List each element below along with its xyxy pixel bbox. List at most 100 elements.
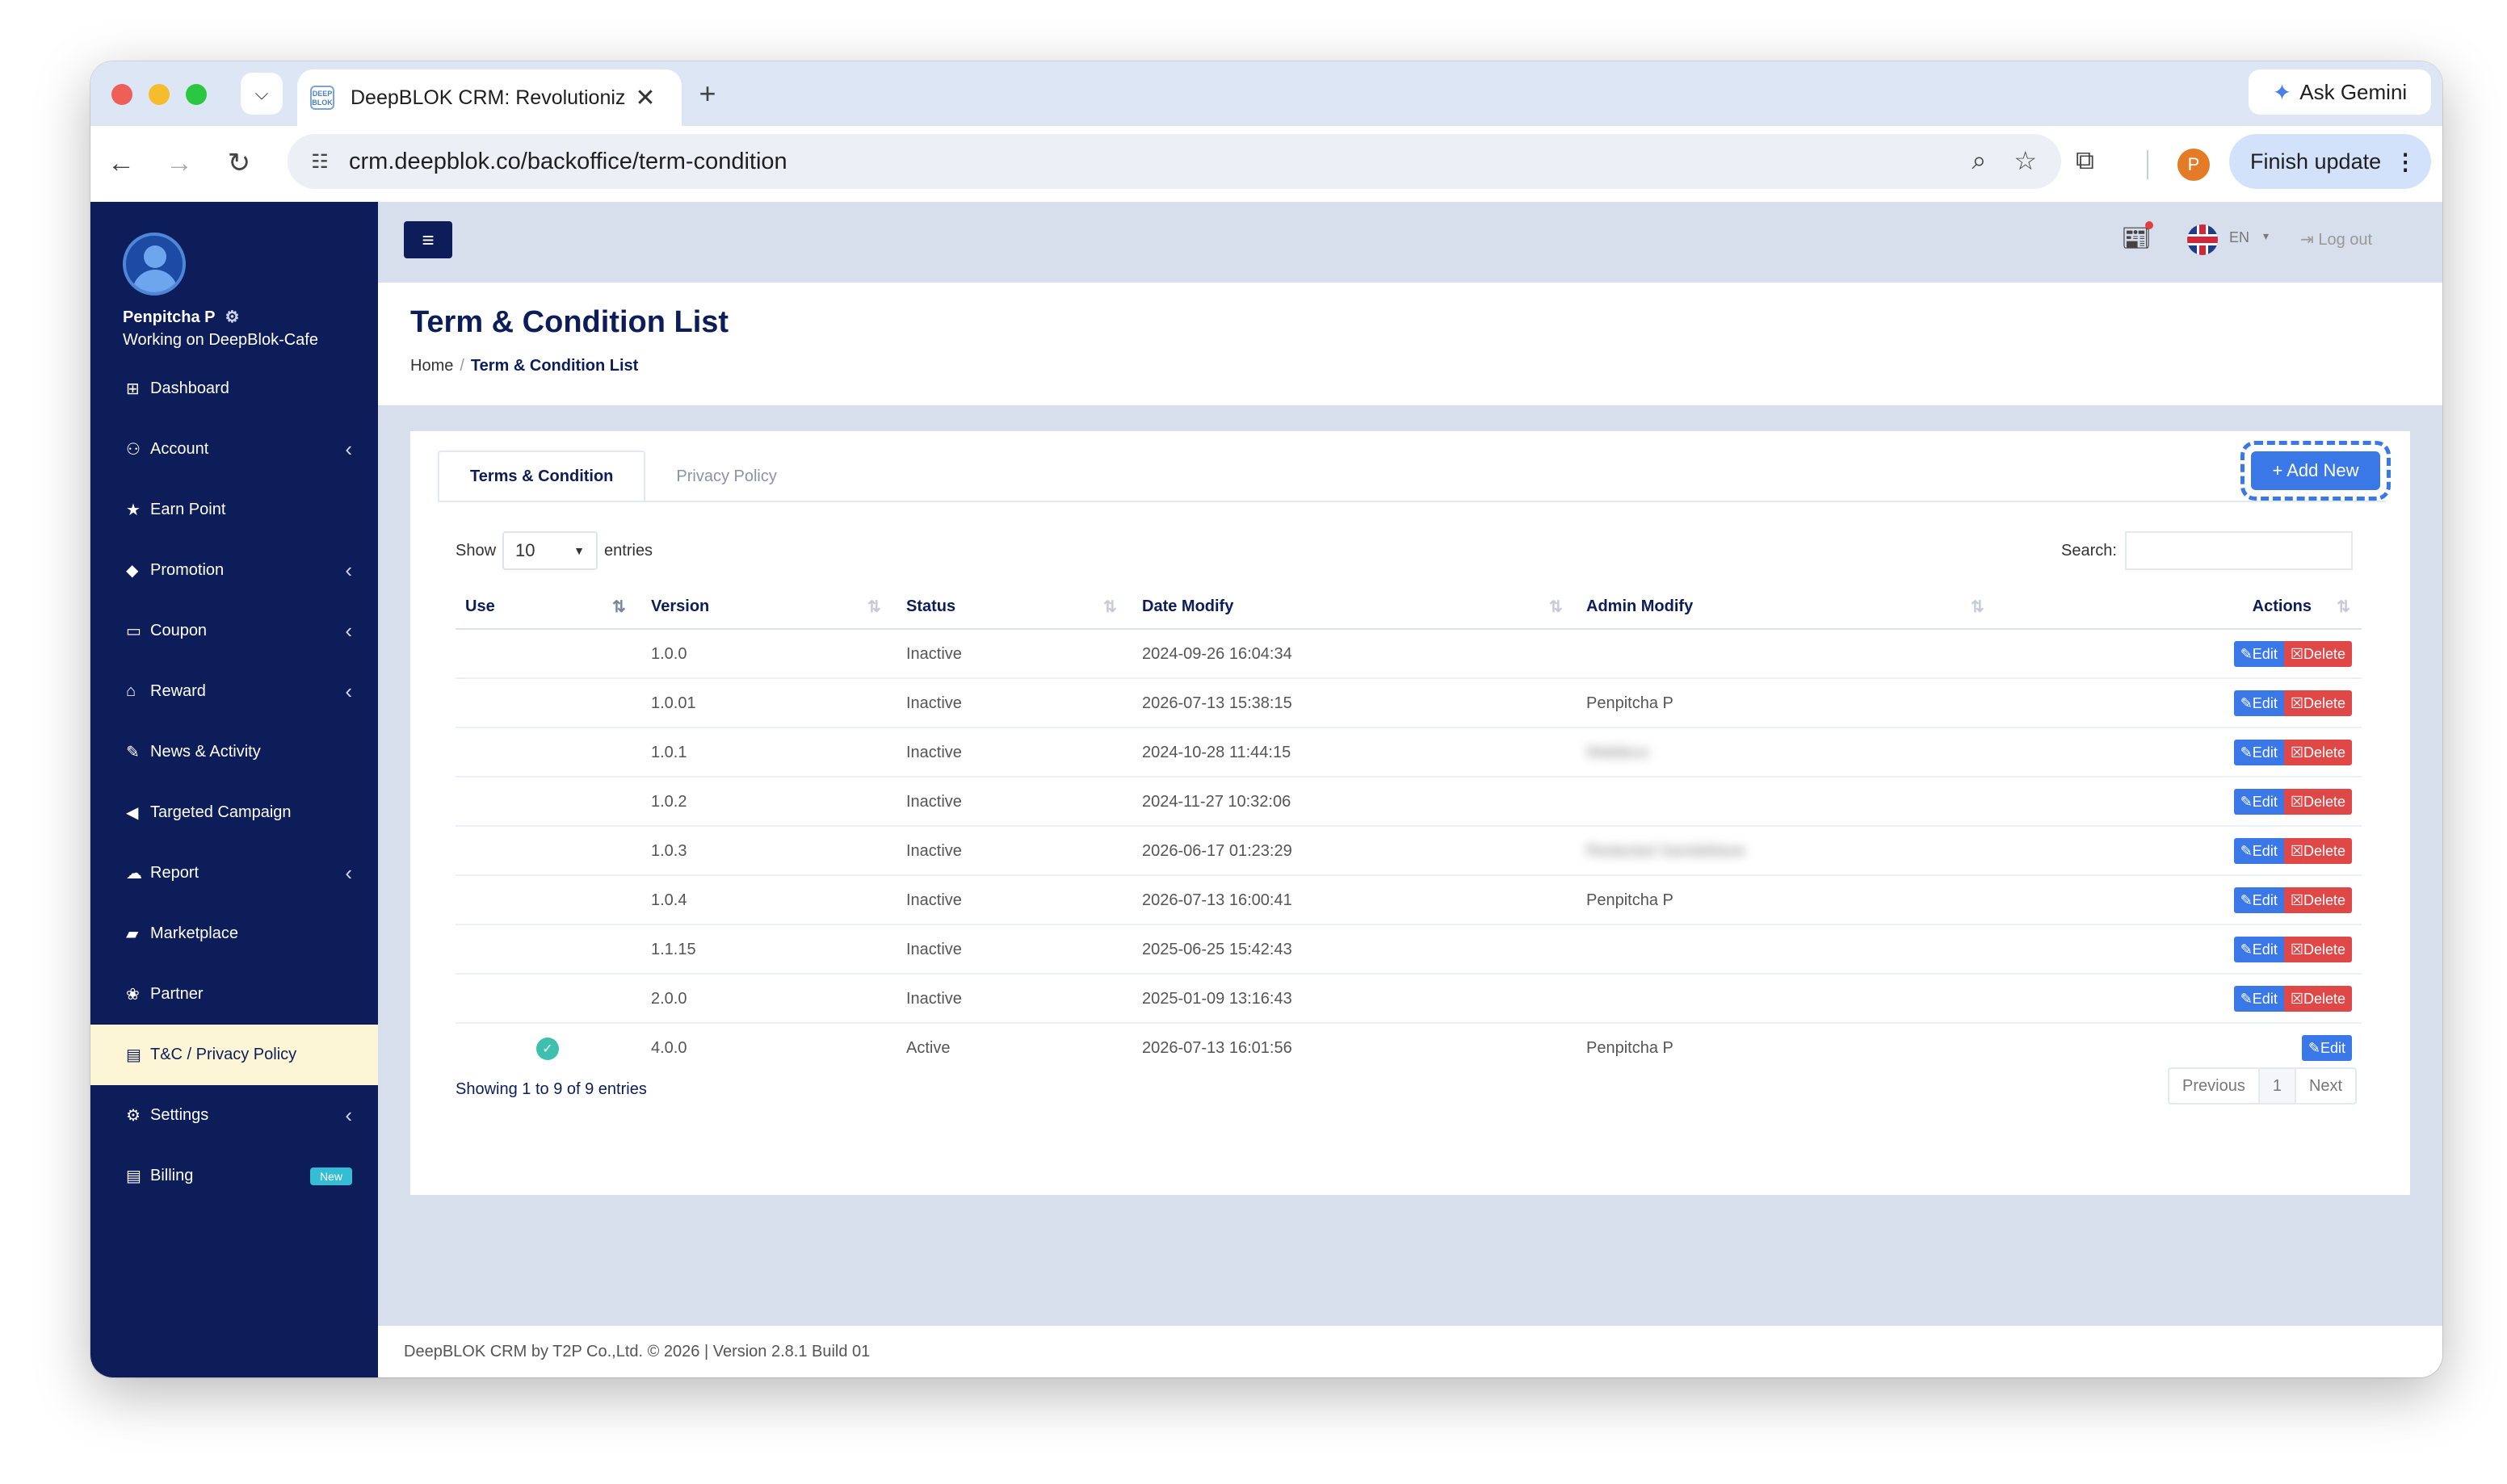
delete-button[interactable]: ☒ Delete	[2283, 887, 2352, 913]
tab-list-dropdown[interactable]: ⌵	[241, 73, 283, 115]
column-admin-modify[interactable]: Admin Modify	[1586, 583, 1693, 630]
edit-button[interactable]: ✎ Edit	[2233, 838, 2284, 864]
logout-link[interactable]: ⇥ Log out	[2300, 229, 2372, 249]
column-date-modify[interactable]: Date Modify	[1142, 583, 1233, 630]
sidebar-item-account[interactable]: ⚇ Account ‹	[90, 419, 378, 480]
sort-icon[interactable]: ⇅	[867, 583, 881, 630]
table-row: ✓ 4.0.0 Active 2026-07-13 16:01:56 Penpitcha…	[456, 1024, 2362, 1073]
megaphone-icon: ◀	[126, 804, 139, 822]
edit-button[interactable]: ✎ Edit	[2233, 690, 2284, 716]
reload-icon[interactable]: ↻	[221, 145, 257, 181]
edit-button[interactable]: ✎ Edit	[2233, 641, 2284, 667]
url-text[interactable]: crm.deepblok.co/backoffice/term-conditio…	[349, 149, 787, 175]
sidebar-item-marketplace[interactable]: ▰ Marketplace	[90, 903, 378, 964]
ask-gemini-button[interactable]: ✦ Ask Gemini	[2249, 69, 2431, 115]
edit-button[interactable]: ✎ Edit	[2233, 986, 2284, 1012]
entries-length-control: Show 10 ▼ entries	[456, 531, 653, 570]
bookmark-star-icon[interactable]: ☆	[2014, 145, 2037, 176]
column-actions[interactable]: Actions	[2253, 583, 2312, 630]
delete-button[interactable]: ☒ Delete	[2283, 838, 2352, 864]
sidebar-item-dashboard[interactable]: ⊞ Dashboard	[90, 358, 378, 419]
delete-button[interactable]: ☒ Delete	[2283, 641, 2352, 667]
uk-flag-icon[interactable]	[2187, 224, 2218, 255]
edit-button[interactable]: ✎ Edit	[2233, 887, 2284, 913]
minimize-window-dot[interactable]	[149, 84, 170, 105]
back-arrow-icon[interactable]: ←	[103, 145, 139, 181]
delete-button[interactable]: ☒ Delete	[2283, 740, 2352, 765]
column-version[interactable]: Version	[651, 583, 709, 630]
edit-button[interactable]: ✎ Edit	[2233, 789, 2284, 815]
trash-icon: ☒	[2290, 694, 2303, 711]
column-status[interactable]: Status	[906, 583, 955, 630]
page-number-button[interactable]: 1	[2259, 1069, 2296, 1103]
sidebar-item-targeted-campaign[interactable]: ◀ Targeted Campaign	[90, 782, 378, 843]
sort-icon[interactable]: ⇅	[1971, 583, 1984, 630]
extensions-icon[interactable]: ⧉	[2076, 145, 2094, 176]
sidebar-item-promotion[interactable]: ◆ Promotion ‹	[90, 540, 378, 601]
finish-update-label: Finish update	[2250, 149, 2382, 174]
close-icon[interactable]: ✕	[633, 84, 657, 112]
toolbar-divider	[2147, 150, 2148, 179]
finish-update-button[interactable]: Finish update ⋮	[2229, 134, 2431, 189]
browser-tab[interactable]: DEEP BLOK DeepBLOK CRM: Revolutioniz ✕	[297, 69, 682, 126]
edit-button[interactable]: ✎ Edit	[2301, 1035, 2352, 1061]
sidebar-item-label: Settings	[150, 1106, 209, 1124]
new-tab-button[interactable]: +	[691, 79, 724, 108]
sidebar-item-partner[interactable]: ❀ Partner	[90, 964, 378, 1025]
edit-label: Edit	[2252, 990, 2278, 1007]
sidebar: Penpitcha P ⚙ Working on DeepBlok-Cafe ⊞ D…	[90, 202, 378, 1377]
chevron-left-icon: ‹	[345, 679, 352, 703]
maximize-window-dot[interactable]	[186, 84, 207, 105]
tab-terms-condition[interactable]: Terms & Condition	[438, 451, 646, 502]
profile-avatar[interactable]: P	[2177, 149, 2210, 181]
user-settings-gear-icon[interactable]: ⚙	[225, 308, 239, 326]
breadcrumb-current: Term & Condition List	[470, 357, 639, 375]
delete-button[interactable]: ☒ Delete	[2283, 789, 2352, 815]
notification-dot	[2145, 221, 2153, 229]
sidebar-item-settings[interactable]: ⚙ Settings ‹	[90, 1085, 378, 1146]
delete-button[interactable]: ☒ Delete	[2283, 937, 2352, 962]
terms-table: Use ⇅ Version ⇅ Status ⇅ Date Modify ⇅ A…	[456, 583, 2362, 1073]
tab-privacy-policy[interactable]: Privacy Policy	[645, 451, 807, 502]
sort-active-icon[interactable]: ⇅	[612, 583, 626, 630]
delete-button[interactable]: ☒ Delete	[2283, 690, 2352, 716]
add-new-button[interactable]: + Add New	[2251, 451, 2380, 490]
breadcrumb-home[interactable]: Home	[410, 357, 453, 375]
sort-icon[interactable]: ⇅	[1549, 583, 1563, 630]
sidebar-item-billing[interactable]: ▤ Billing New	[90, 1146, 378, 1206]
column-use[interactable]: Use	[465, 583, 495, 630]
menu-toggle-button[interactable]: ≡	[404, 221, 452, 258]
address-bar[interactable]: ☷ crm.deepblok.co/backoffice/term-condit…	[288, 134, 2061, 189]
language-label[interactable]: EN	[2229, 229, 2249, 246]
browser-window: ⌵ DEEP BLOK DeepBLOK CRM: Revolutioniz ✕…	[90, 61, 2442, 1377]
table-row: 1.0.1 Inactive 2024-10-28 11:44:15 Waldeco ✎…	[456, 728, 2362, 778]
user-avatar[interactable]	[123, 233, 186, 296]
edit-button[interactable]: ✎ Edit	[2233, 937, 2284, 962]
search-input[interactable]	[2124, 531, 2353, 570]
zoom-icon[interactable]: ⌕	[1972, 145, 1986, 176]
close-window-dot[interactable]	[111, 84, 132, 105]
delete-button[interactable]: ☒ Delete	[2283, 986, 2352, 1012]
sort-icon[interactable]: ⇅	[1103, 583, 1117, 630]
sidebar-item-reward[interactable]: ⌂ Reward ‹	[90, 661, 378, 722]
ticket-icon: ▭	[126, 623, 141, 640]
sidebar-item-report[interactable]: ☁ Report ‹	[90, 843, 378, 903]
sidebar-item-t-c-privacy-policy[interactable]: ▤ T&C / Privacy Policy	[90, 1025, 378, 1085]
caret-down-icon[interactable]: ▾	[2263, 229, 2269, 243]
breadcrumb-separator: /	[460, 357, 464, 375]
sidebar-item-news-activity[interactable]: ✎ News & Activity	[90, 722, 378, 782]
edit-button[interactable]: ✎ Edit	[2233, 740, 2284, 765]
previous-page-button[interactable]: Previous	[2169, 1069, 2260, 1103]
sort-icon[interactable]: ⇅	[2337, 583, 2350, 630]
sidebar-item-earn-point[interactable]: ★ Earn Point	[90, 480, 378, 540]
site-settings-icon[interactable]: ☷	[305, 150, 334, 174]
sidebar-item-coupon[interactable]: ▭ Coupon ‹	[90, 601, 378, 661]
forward-arrow-icon[interactable]: →	[162, 145, 197, 181]
handshake-icon: ❀	[126, 986, 140, 1004]
entries-select[interactable]: 10 ▼	[502, 531, 598, 570]
next-page-button[interactable]: Next	[2296, 1069, 2355, 1103]
trash-icon: ☒	[2290, 744, 2303, 761]
user-name-row: Penpitcha P ⚙	[123, 307, 239, 327]
edit-label: Edit	[2320, 1039, 2345, 1056]
sidebar-item-label: Billing	[150, 1167, 194, 1184]
